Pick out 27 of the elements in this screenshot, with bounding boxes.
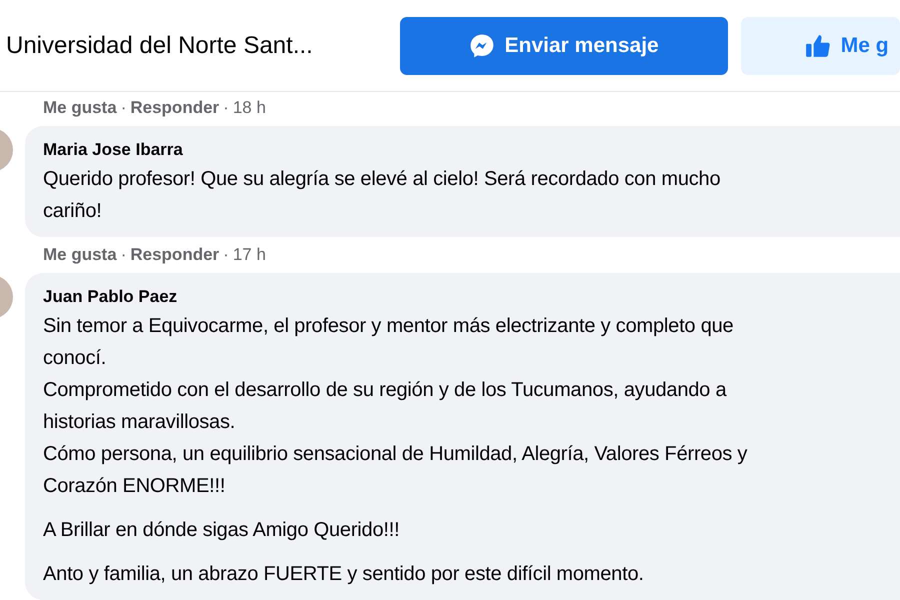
like-link[interactable]: Me gusta [43,245,117,265]
comment-text: Corazón ENORME!!! [43,474,226,499]
separator-dot: · [223,98,229,118]
comment-text: A Brillar en dónde sigas Amigo Querido!!! [43,518,400,543]
comment-text: Cómo persona, un equilibrio sensacional de Humildad, Alegría, Valores Férreos y [43,442,748,467]
comment-author[interactable]: Maria Jose Ibarra [43,140,900,160]
like-link[interactable]: Me gusta [43,98,117,118]
comment-time: 17 h [232,245,266,265]
comment-time: 18 h [232,98,266,118]
comment-text: Querido profesor! Que su alegría se elevé al cielo! Será recordado con mucho [43,167,722,192]
comment-text: Sin temor a Equivocarme, el profesor y mentor más electrizante y completo que [43,314,734,339]
comment-text: Comprometido con el desarrollo de su región y de los Tucumanos, ayudando a [43,378,728,403]
messenger-icon [468,32,495,58]
like-button[interactable]: Me g [740,16,900,74]
separator-dot: · [223,245,229,265]
comment-text: cariño! [43,199,103,224]
reply-link[interactable]: Responder [130,98,220,118]
comment-text: conocí. [43,346,108,371]
reply-link[interactable]: Responder [130,245,220,265]
thumbs-up-icon [804,32,831,58]
separator-dot: · [120,98,126,118]
comment-text: historias maravillosas. [43,410,236,435]
separator-dot: · [120,245,126,265]
comment-text: Anto y familia, un abrazo FUERTE y sentido por este difícil momento. [43,562,645,587]
comment-author[interactable]: Juan Pablo Paez [43,287,900,307]
send-message-button[interactable]: Enviar mensaje [400,16,728,74]
page-title: Universidad del Norte Sant... [6,32,314,60]
